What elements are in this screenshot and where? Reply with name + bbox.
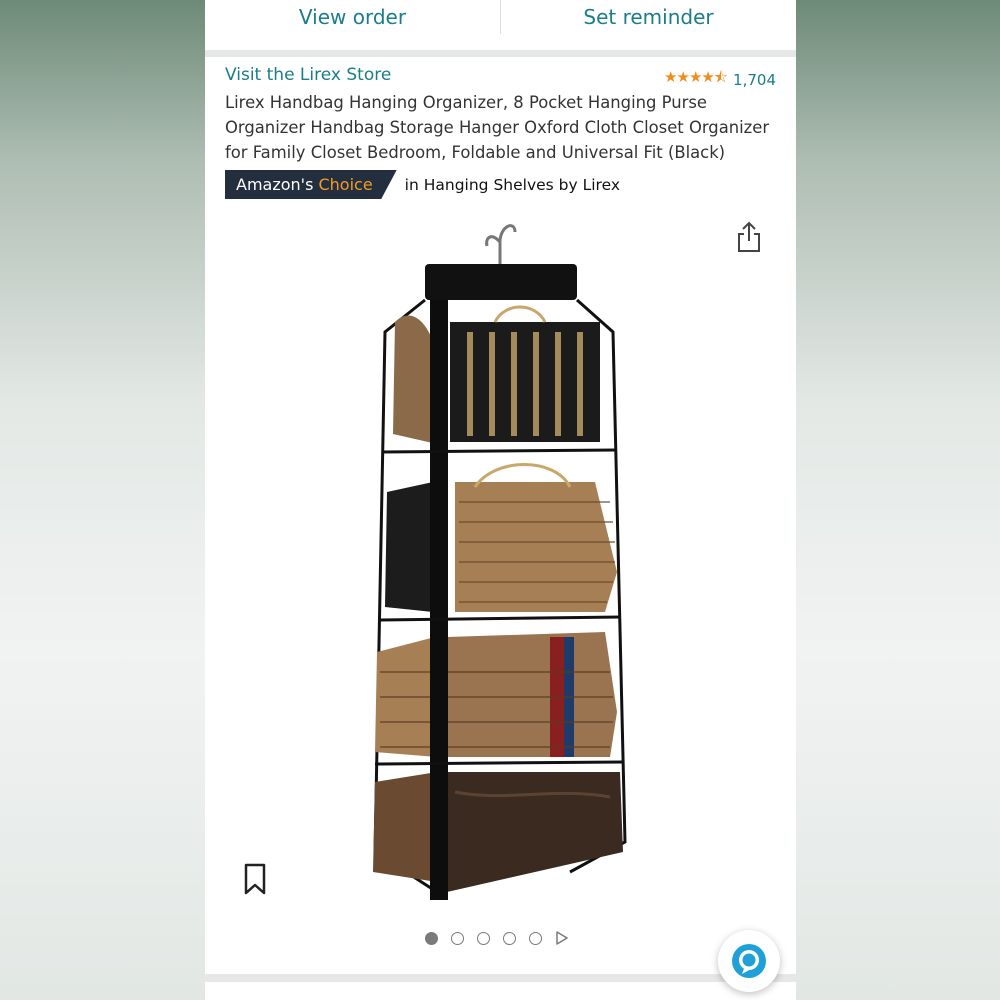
- order-actions-bar: View order Set reminder: [205, 0, 796, 50]
- rating[interactable]: ★★★★⯪ 1,704: [664, 67, 776, 92]
- set-reminder-button[interactable]: Set reminder: [501, 5, 796, 29]
- amazons-choice-badge: Amazon's Choice: [225, 170, 397, 199]
- carousel-indicator[interactable]: [425, 931, 569, 945]
- badge-prefix: Amazon's: [236, 175, 319, 194]
- product-image[interactable]: [355, 212, 645, 902]
- carousel-dot[interactable]: [477, 931, 490, 945]
- share-icon[interactable]: [736, 221, 762, 253]
- background-right: [795, 0, 1000, 1000]
- next-section-strip: [205, 982, 796, 1000]
- play-icon[interactable]: [555, 931, 569, 945]
- phone-screen: View order Set reminder Visit the Lirex …: [205, 0, 796, 1000]
- rating-count[interactable]: 1,704: [733, 71, 776, 89]
- star-rating-icon: ★★★★⯪: [664, 68, 728, 86]
- carousel-dot[interactable]: [425, 931, 438, 945]
- alexa-icon: [732, 944, 766, 978]
- carousel-dot[interactable]: [451, 931, 464, 945]
- badge-highlight: Choice: [318, 175, 373, 194]
- product-card: Visit the Lirex Store ★★★★⯪ 1,704 Lirex …: [205, 57, 796, 974]
- product-title: Lirex Handbag Hanging Organizer, 8 Pocke…: [225, 93, 770, 162]
- carousel-dot[interactable]: [503, 931, 516, 945]
- bookmark-icon[interactable]: [243, 863, 267, 895]
- carousel-dot[interactable]: [529, 931, 542, 945]
- amazons-choice-row: Amazon's Choice in Hanging Shelves by Li…: [225, 170, 620, 199]
- background-left: [0, 0, 205, 1000]
- hanger-hook: [498, 224, 517, 267]
- alexa-button[interactable]: [718, 930, 780, 992]
- view-order-button[interactable]: View order: [205, 5, 500, 29]
- badge-category[interactable]: in Hanging Shelves by Lirex: [405, 176, 620, 194]
- store-link[interactable]: Visit the Lirex Store: [225, 65, 391, 85]
